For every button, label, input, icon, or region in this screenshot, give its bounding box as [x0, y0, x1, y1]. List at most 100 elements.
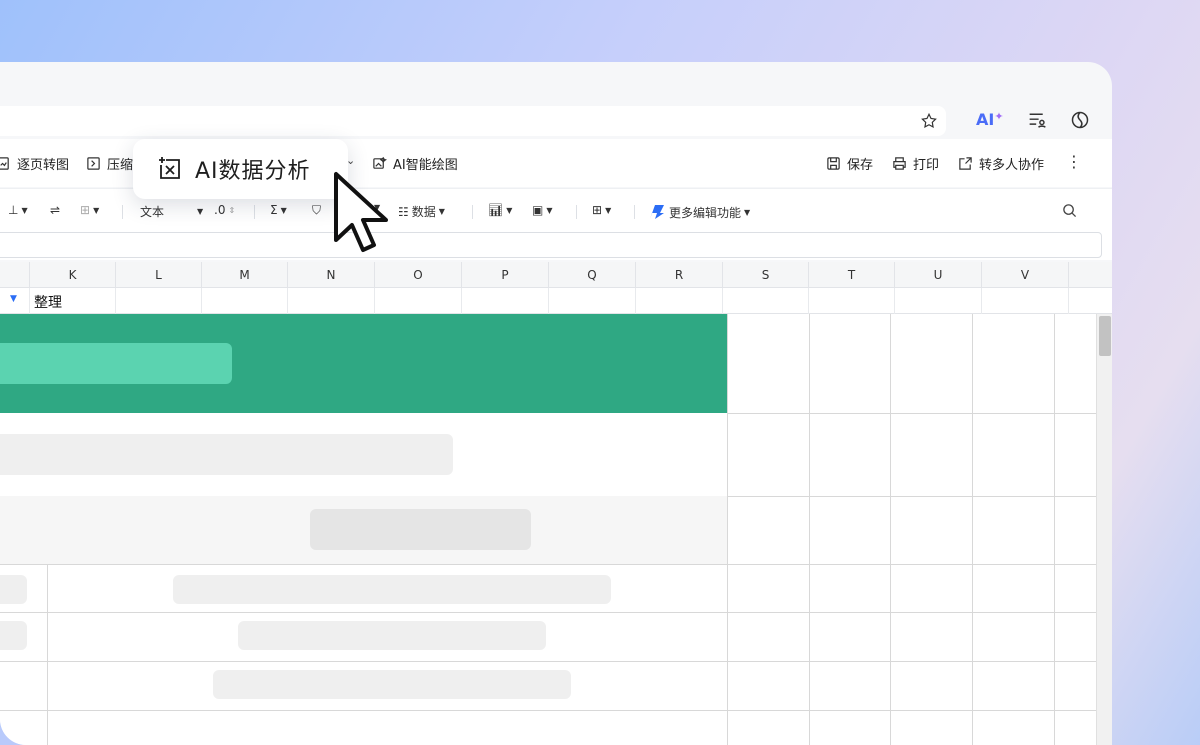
mouse-pointer-icon	[334, 172, 388, 252]
align-icon: ⊥	[8, 203, 19, 217]
caret-icon: ▼	[280, 205, 287, 215]
border-icon: ⊞	[592, 203, 603, 217]
swirl-icon[interactable]	[1070, 110, 1090, 130]
save-button[interactable]: 保存	[826, 154, 873, 173]
ai-analysis-icon	[159, 157, 180, 179]
ai-data-analysis-popup[interactable]: AI数据分析	[133, 139, 348, 199]
page-to-image-menu[interactable]: 逐页转图	[0, 154, 69, 173]
column-header-P[interactable]: P	[462, 262, 549, 288]
placeholder-bar	[213, 670, 571, 699]
grid-line	[0, 661, 1096, 662]
toolbar-divider	[576, 205, 577, 219]
decimal-label: .0	[214, 203, 226, 217]
cell-q-name[interactable]	[549, 288, 636, 314]
cell-m-name[interactable]	[202, 288, 288, 314]
grid-line	[972, 314, 973, 745]
grid-line	[727, 496, 1096, 497]
grid-line	[809, 314, 810, 745]
sheet-grid[interactable]	[0, 314, 1096, 745]
caret-icon: ▼	[21, 205, 28, 215]
caret-icon: ▼	[605, 205, 612, 215]
address-bar[interactable]	[0, 106, 946, 136]
compress-icon	[87, 157, 100, 170]
ai-draw-label: AI智能绘图	[393, 158, 458, 173]
sigma-icon: Σ	[270, 203, 278, 217]
cell-t-name[interactable]	[809, 288, 895, 314]
placeholder-bar	[173, 575, 611, 604]
banner-title-placeholder	[0, 343, 232, 384]
compress-menu[interactable]: 压缩	[86, 154, 133, 173]
column-header-M[interactable]: M	[202, 262, 288, 288]
decimal-stepper[interactable]: .0 ⇕	[214, 203, 235, 217]
more-options-icon[interactable]: ⋮	[1066, 152, 1082, 171]
popup-label: AI数据分析	[195, 159, 311, 184]
wrap-button[interactable]: ⇌	[50, 203, 60, 217]
column-header-R[interactable]: R	[636, 262, 723, 288]
merge-dropdown[interactable]: ⊞ ▼	[80, 203, 99, 217]
print-button[interactable]: 打印	[892, 154, 939, 173]
header-banner	[0, 314, 727, 413]
save-icon	[827, 157, 840, 170]
caret-icon: ▼	[93, 205, 100, 215]
caret-icon: ▼	[546, 205, 553, 215]
grid-line	[890, 314, 891, 745]
column-header-V[interactable]: V	[982, 262, 1069, 288]
toolbar-divider	[634, 205, 635, 219]
formula-bar	[0, 232, 1112, 260]
column-header-U[interactable]: U	[895, 262, 982, 288]
toolbar-divider	[472, 205, 473, 219]
column-header-L[interactable]: L	[116, 262, 202, 288]
cell-v-name[interactable]	[982, 288, 1069, 314]
text-format-dropdown[interactable]: 文本 ▼	[140, 203, 203, 220]
dropdown-caret-icon[interactable]: ▼	[10, 294, 17, 304]
column-header-J[interactable]	[0, 262, 30, 288]
cell-u-name[interactable]	[895, 288, 982, 314]
text-format-label: 文本	[140, 205, 165, 219]
cell-p-name[interactable]	[462, 288, 549, 314]
align-dropdown[interactable]: ⊥ ▼	[8, 203, 28, 217]
column-header-O[interactable]: O	[375, 262, 462, 288]
grid-line	[727, 314, 728, 745]
data-dropdown[interactable]: ☷ 数据 ▼	[398, 203, 445, 220]
field-name-row: ▼ 整理	[0, 288, 1112, 314]
formula-input[interactable]	[0, 232, 1102, 258]
ai-draw-icon	[373, 156, 387, 169]
toolbar-divider	[122, 205, 123, 219]
column-header-N[interactable]: N	[288, 262, 375, 288]
placeholder-bar	[0, 434, 453, 475]
cell-r-name[interactable]	[636, 288, 723, 314]
column-header-Q[interactable]: Q	[549, 262, 636, 288]
filter-button[interactable]: ⛉	[312, 203, 321, 218]
border-dropdown[interactable]: ⊞ ▼	[592, 203, 611, 217]
filter-cell[interactable]: ▼	[0, 288, 30, 314]
cell-l-name[interactable]	[116, 288, 202, 314]
grid-line	[1054, 314, 1055, 745]
cell-s-name[interactable]	[723, 288, 809, 314]
share-label: 转多人协作	[979, 158, 1045, 173]
ai-badge-label: AI	[976, 110, 995, 129]
share-collab-button[interactable]: 转多人协作	[958, 154, 1044, 173]
filter-icon: ⛉	[312, 203, 322, 217]
image-icon: ▣	[532, 203, 544, 217]
cell-o-name[interactable]	[375, 288, 462, 314]
vertical-scrollbar[interactable]	[1096, 314, 1112, 745]
grid-line	[0, 612, 1096, 613]
scrollbar-thumb[interactable]	[1099, 316, 1111, 356]
image-dropdown[interactable]: ▣ ▼	[532, 203, 553, 217]
ai-assistant-icon[interactable]: AI✦	[976, 110, 1004, 129]
stepper-icon: ⇕	[228, 205, 236, 215]
list-user-icon[interactable]	[1027, 111, 1047, 129]
column-header-S[interactable]: S	[723, 262, 809, 288]
bar-chart-icon: 📊︎	[488, 203, 504, 217]
star-icon[interactable]	[920, 112, 938, 130]
column-header-T[interactable]: T	[809, 262, 895, 288]
more-edit-dropdown[interactable]: 更多编辑功能 ▼	[648, 203, 750, 221]
sum-dropdown[interactable]: Σ ▼	[270, 203, 287, 217]
page-to-image-label: 逐页转图	[17, 158, 70, 173]
column-header-K[interactable]: K	[30, 262, 116, 288]
cell-n-name[interactable]	[288, 288, 375, 314]
chart-dropdown[interactable]: 📊︎ ▼	[488, 203, 512, 217]
cell-k-name[interactable]: 整理	[30, 288, 116, 314]
grid-line	[727, 413, 1096, 414]
search-icon[interactable]	[1062, 203, 1077, 218]
